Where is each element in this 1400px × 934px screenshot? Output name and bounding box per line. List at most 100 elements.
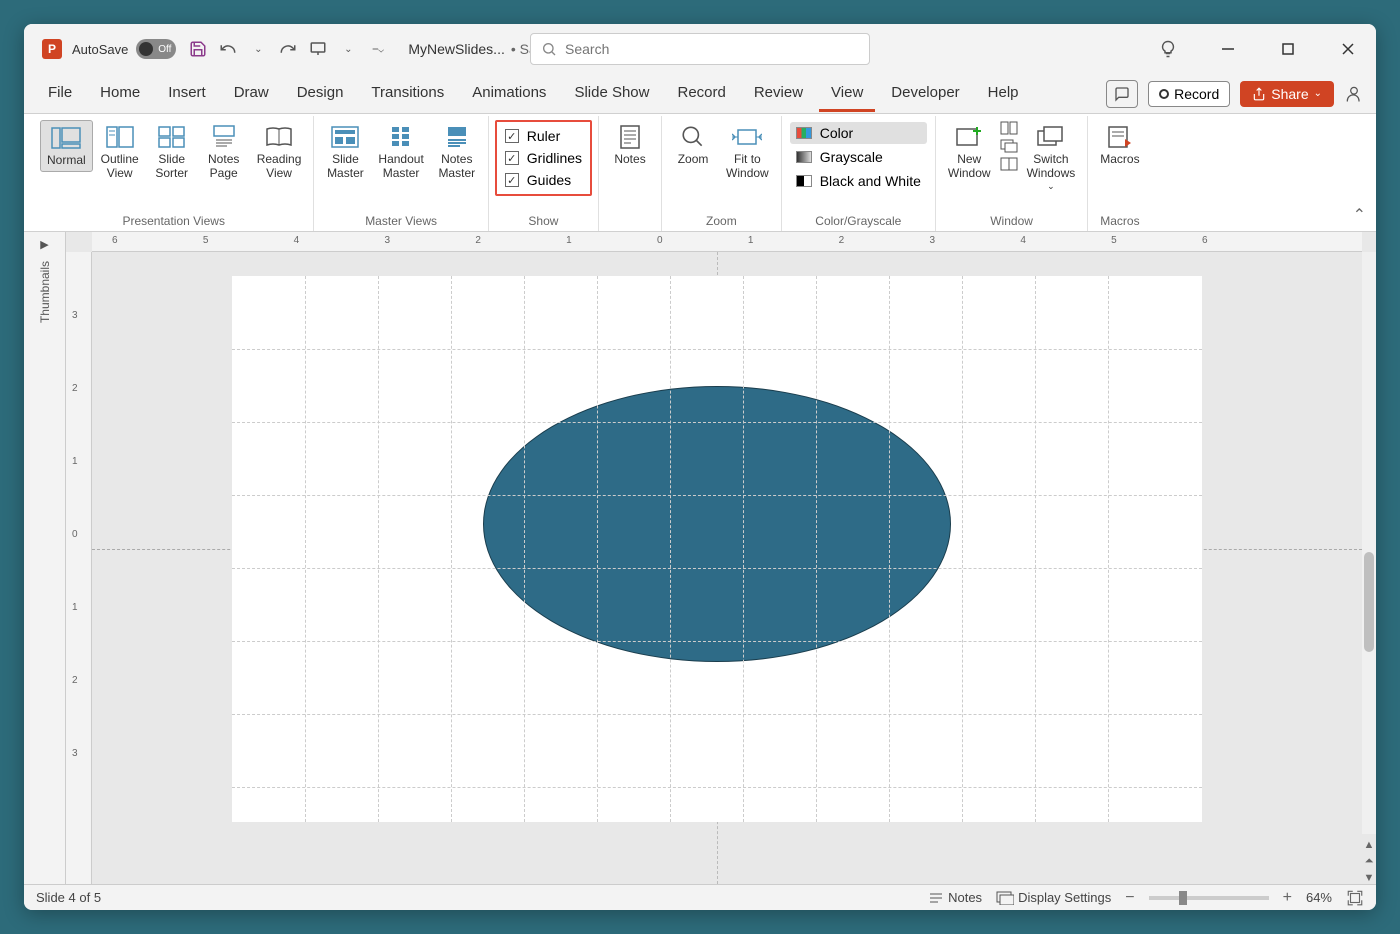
tab-view[interactable]: View xyxy=(819,76,875,112)
tab-draw[interactable]: Draw xyxy=(222,76,281,112)
notes-button[interactable]: Notes xyxy=(605,120,655,170)
autosave-toggle-group: AutoSave Off xyxy=(72,39,176,59)
slide-number-status[interactable]: Slide 4 of 5 xyxy=(36,890,101,905)
vertical-ruler[interactable]: 3210123 xyxy=(66,252,92,884)
black-white-button[interactable]: Black and White xyxy=(790,170,927,192)
tab-developer[interactable]: Developer xyxy=(879,76,971,112)
group-color-grayscale: Color Grayscale Black and White Color/Gr… xyxy=(782,116,936,231)
double-up-icon[interactable]: ⏶ xyxy=(1365,855,1374,868)
group-macros: Macros Macros xyxy=(1088,116,1151,231)
slide-canvas[interactable] xyxy=(92,252,1362,884)
zoom-in-button[interactable]: + xyxy=(1283,889,1292,907)
oval-shape[interactable] xyxy=(483,386,951,662)
save-icon[interactable] xyxy=(188,39,208,59)
prev-slide-icon[interactable]: ▲ xyxy=(1364,839,1375,851)
new-window-button[interactable]: New Window xyxy=(942,120,997,185)
tab-review[interactable]: Review xyxy=(742,76,815,112)
next-slide-icon[interactable]: ▼ xyxy=(1364,872,1375,884)
handout-master-button[interactable]: Handout Master xyxy=(372,120,429,185)
switch-windows-button[interactable]: Switch Windows⌄ xyxy=(1021,120,1082,196)
edit-area: ▶ Thumbnails 6543210123456 3210123 ▲ ⏶ ▼ xyxy=(24,232,1376,884)
move-split-icon[interactable] xyxy=(999,156,1019,172)
thumbnails-expand-icon[interactable]: ▶ xyxy=(40,238,48,251)
quick-access-toolbar: ⌄ ⌄ ⎯⌄ xyxy=(188,39,388,59)
tab-home[interactable]: Home xyxy=(88,76,152,112)
undo-icon[interactable] xyxy=(218,39,238,59)
minimize-icon[interactable] xyxy=(1208,34,1248,64)
horizontal-ruler[interactable]: 6543210123456 xyxy=(92,232,1362,252)
autosave-toggle[interactable]: Off xyxy=(136,39,176,59)
autosave-label: AutoSave xyxy=(72,42,128,57)
redo-icon[interactable] xyxy=(278,39,298,59)
titlebar: P AutoSave Off ⌄ ⌄ ⎯⌄ MyNewSlides... • S… xyxy=(24,24,1376,74)
present-dropdown-icon[interactable]: ⌄ xyxy=(338,39,358,59)
record-button[interactable]: Record xyxy=(1148,81,1230,107)
fit-slide-button[interactable] xyxy=(1346,889,1364,907)
share-button[interactable]: Share⌄ xyxy=(1240,81,1334,107)
close-icon[interactable] xyxy=(1328,34,1368,64)
group-presentation-views: Normal Outline View Slide Sorter Notes P… xyxy=(34,116,314,231)
vertical-scrollbar[interactable] xyxy=(1362,252,1376,834)
tab-insert[interactable]: Insert xyxy=(156,76,218,112)
qat-customize-icon[interactable]: ⎯⌄ xyxy=(368,39,388,59)
ruler-checkbox[interactable]: ✓Ruler xyxy=(505,128,582,144)
gridlines-checkbox[interactable]: ✓Gridlines xyxy=(505,150,582,166)
lightbulb-icon[interactable] xyxy=(1148,34,1188,64)
outline-view-button[interactable]: Outline View xyxy=(95,120,145,185)
macros-button[interactable]: Macros xyxy=(1094,120,1145,170)
undo-dropdown-icon[interactable]: ⌄ xyxy=(248,39,268,59)
filename: MyNewSlides... xyxy=(408,41,504,57)
cascade-icon[interactable] xyxy=(999,138,1019,154)
slide-master-button[interactable]: Slide Master xyxy=(320,120,370,185)
comments-button[interactable] xyxy=(1106,80,1138,108)
slide-sorter-button[interactable]: Slide Sorter xyxy=(147,120,197,185)
grayscale-button[interactable]: Grayscale xyxy=(790,146,927,168)
normal-view-button[interactable]: Normal xyxy=(40,120,93,172)
ribbon-tabbar: File Home Insert Draw Design Transitions… xyxy=(24,74,1376,114)
app-window: P AutoSave Off ⌄ ⌄ ⎯⌄ MyNewSlides... • S… xyxy=(24,24,1376,910)
slide[interactable] xyxy=(232,276,1202,822)
color-button[interactable]: Color xyxy=(790,122,927,144)
zoom-out-button[interactable]: − xyxy=(1125,889,1134,907)
tab-design[interactable]: Design xyxy=(285,76,356,112)
display-settings-button[interactable]: Display Settings xyxy=(996,890,1111,905)
fit-to-window-button[interactable]: Fit to Window xyxy=(720,120,775,185)
scrollbar-thumb[interactable] xyxy=(1364,552,1374,652)
show-checkboxes: ✓Ruler ✓Gridlines ✓Guides xyxy=(495,120,592,196)
group-show: ✓Ruler ✓Gridlines ✓Guides Show xyxy=(489,116,599,231)
group-master-views: Slide Master Handout Master Notes Master… xyxy=(314,116,488,231)
collapse-ribbon-icon[interactable]: ⌃ xyxy=(1353,205,1366,225)
search-input[interactable] xyxy=(565,41,859,57)
reading-view-button[interactable]: Reading View xyxy=(251,120,308,185)
arrange-all-icon[interactable] xyxy=(999,120,1019,136)
slide-nav-arrows: ▲ ⏶ ▼ xyxy=(1362,839,1376,884)
ribbon: Normal Outline View Slide Sorter Notes P… xyxy=(24,114,1376,232)
tab-record[interactable]: Record xyxy=(665,76,737,112)
tab-slideshow[interactable]: Slide Show xyxy=(562,76,661,112)
zoom-slider[interactable] xyxy=(1149,896,1269,900)
canvas-wrap: 6543210123456 3210123 ▲ ⏶ ▼ xyxy=(66,232,1376,884)
present-icon[interactable] xyxy=(308,39,328,59)
thumbnails-panel[interactable]: ▶ Thumbnails xyxy=(24,232,66,884)
search-box[interactable] xyxy=(530,33,870,65)
notes-master-button[interactable]: Notes Master xyxy=(432,120,482,185)
account-icon[interactable] xyxy=(1344,84,1364,104)
notes-page-button[interactable]: Notes Page xyxy=(199,120,249,185)
zoom-button[interactable]: Zoom xyxy=(668,120,718,170)
maximize-icon[interactable] xyxy=(1268,34,1308,64)
tab-transitions[interactable]: Transitions xyxy=(359,76,456,112)
notes-toggle[interactable]: Notes xyxy=(928,890,982,905)
guides-checkbox[interactable]: ✓Guides xyxy=(505,172,582,188)
powerpoint-icon: P xyxy=(42,39,62,59)
thumbnails-label: Thumbnails xyxy=(38,261,52,323)
tab-animations[interactable]: Animations xyxy=(460,76,558,112)
tab-file[interactable]: File xyxy=(36,76,84,112)
window-arrange-icons xyxy=(999,120,1019,172)
group-zoom: Zoom Fit to Window Zoom xyxy=(662,116,782,231)
zoom-level[interactable]: 64% xyxy=(1306,890,1332,905)
tab-help[interactable]: Help xyxy=(976,76,1031,112)
search-icon xyxy=(541,41,557,57)
group-window: New Window Switch Windows⌄ Window xyxy=(936,116,1088,231)
titlebar-right xyxy=(1148,34,1368,64)
statusbar: Slide 4 of 5 Notes Display Settings − + … xyxy=(24,884,1376,910)
